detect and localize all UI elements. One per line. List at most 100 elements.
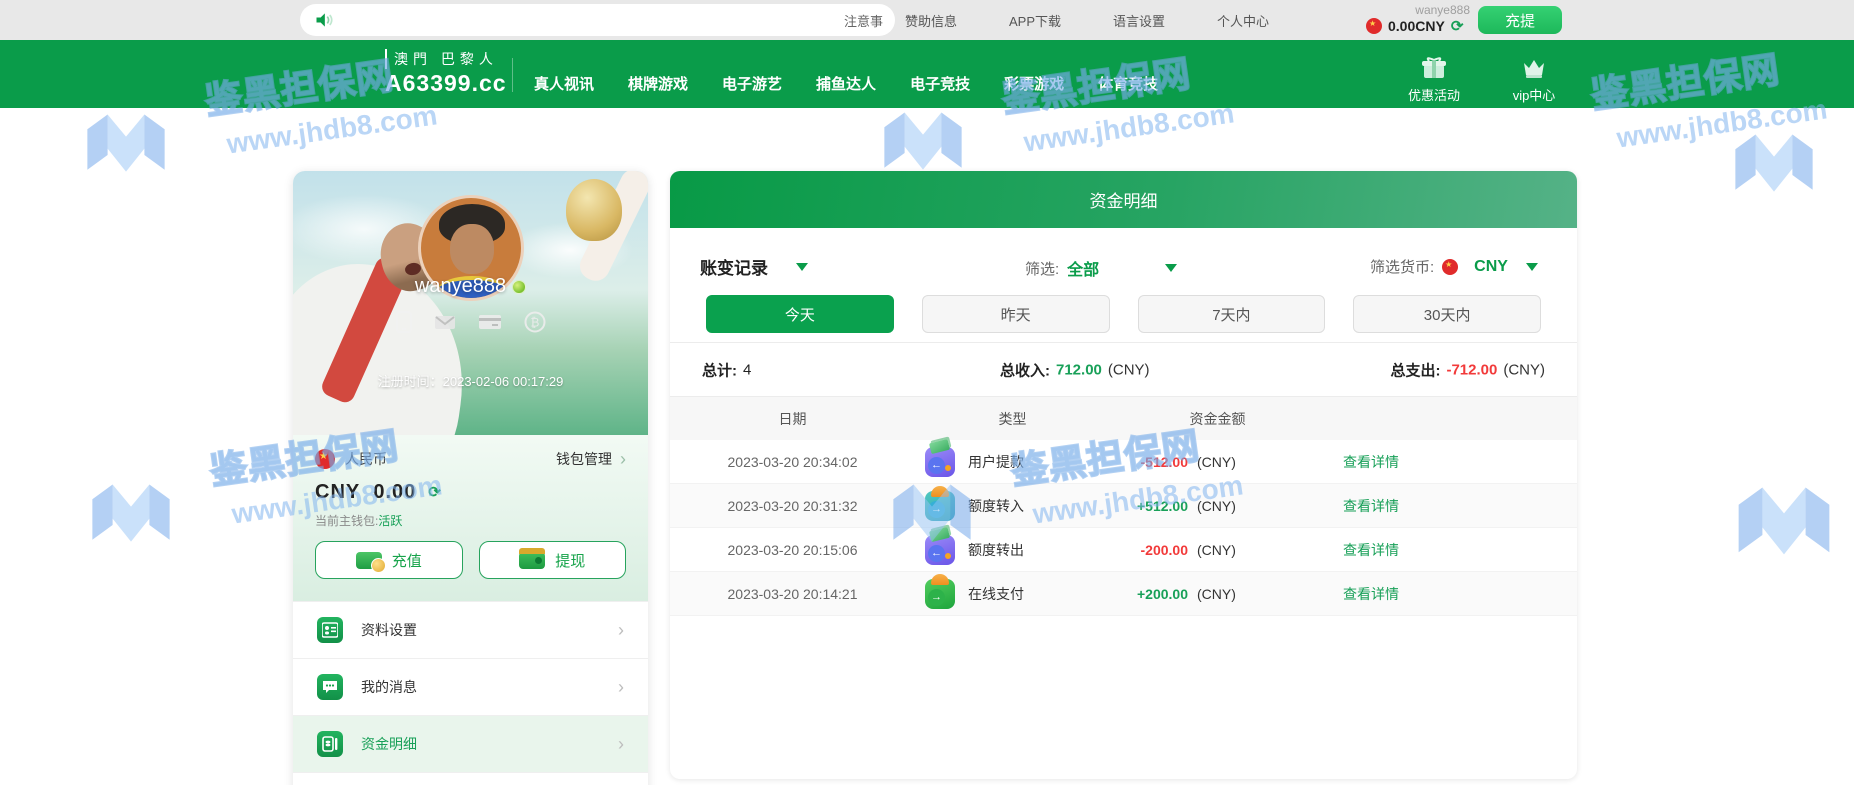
transfer-out-icon: ←: [925, 535, 955, 565]
profile-settings-icon: [317, 617, 343, 643]
profile-menu: 资料设置 › 我的消息 › 资金明细 ›: [293, 601, 648, 785]
profile-card: wanye888 ₿: [293, 171, 648, 785]
announcement-marquee[interactable]: 注意事: [300, 4, 895, 36]
view-detail-link[interactable]: 查看详情: [1343, 586, 1399, 602]
record-type-dropdown[interactable]: 账变记录: [700, 254, 808, 279]
site-logo[interactable]: 澳門 巴黎人 A63399.cc: [385, 49, 507, 97]
table-header: 日期 类型 资金金额: [670, 397, 1577, 440]
amount: -200.00: [1110, 542, 1188, 558]
top-link-app-download[interactable]: APP下载: [1009, 11, 1061, 30]
summary-income: 总收入: 712.00 (CNY): [1000, 359, 1150, 380]
tab-7-days[interactable]: 7天内: [1138, 295, 1326, 333]
currency-name: 人民币: [345, 449, 387, 469]
china-flag-icon: [1442, 259, 1458, 275]
caret-down-icon: [796, 263, 808, 271]
nav-item-fishing[interactable]: 捕鱼达人: [816, 73, 876, 94]
nav-divider: [512, 58, 513, 92]
currency-filter-dropdown[interactable]: 筛选货币: CNY: [1370, 256, 1538, 277]
summary-expense: 总支出: -712.00 (CNY): [1390, 359, 1545, 380]
register-time: 注册时间：2023-02-06 00:17:29: [293, 371, 648, 390]
balance-amount: 0.00CNY: [1388, 18, 1445, 34]
wallet-balance: CNY 0.00: [315, 481, 416, 504]
caret-down-icon: [1526, 263, 1538, 271]
trophy-graphic: [566, 179, 622, 241]
nav-item-card-games[interactable]: 棋牌游戏: [628, 73, 688, 94]
page: 注意事 赞助信息 APP下载 语言设置 个人中心 wanye888 0.00CN…: [0, 0, 1854, 785]
crown-icon: [1521, 56, 1547, 80]
withdraw-button[interactable]: 提现: [479, 541, 627, 579]
funds-detail-icon: [317, 731, 343, 757]
currency-flag-icon: [315, 449, 335, 469]
profile-username: wanye888: [293, 275, 648, 298]
speaker-icon: [314, 10, 334, 30]
summary-total: 总计: 4: [702, 359, 751, 380]
panel-title: 资金明细: [670, 171, 1577, 228]
logo-domain: A63399.cc: [385, 70, 507, 97]
nav-item-slots[interactable]: 电子游艺: [722, 73, 782, 94]
menu-item-funds-detail[interactable]: 资金明细 ›: [293, 715, 648, 772]
wallet-refresh-icon[interactable]: ⟳: [428, 485, 441, 500]
topbar-username[interactable]: wanye888: [1380, 3, 1470, 17]
filter-dropdown[interactable]: 筛选: 全部: [1025, 256, 1177, 280]
top-utility-bar: 注意事 赞助信息 APP下载 语言设置 个人中心 wanye888 0.00CN…: [0, 0, 1854, 40]
tab-today[interactable]: 今天: [706, 295, 894, 333]
wallet-status-value: 活跃: [378, 514, 402, 528]
nav-item-esports[interactable]: 电子竞技: [910, 73, 970, 94]
chevron-right-icon[interactable]: ›: [620, 450, 626, 468]
mail-icon[interactable]: [434, 311, 456, 333]
date-range-tabs: 今天 昨天 7天内 30天内: [706, 295, 1541, 333]
amount: -512.00: [1110, 454, 1188, 470]
user-withdraw-icon: ←: [925, 447, 955, 477]
phone-icon[interactable]: [396, 311, 412, 333]
transfer-in-icon: →: [925, 491, 955, 521]
view-detail-link[interactable]: 查看详情: [1343, 454, 1399, 470]
top-link-language[interactable]: 语言设置: [1113, 11, 1165, 30]
table-row: 2023-03-20 20:15:06 ← 额度转出 -200.00 (CNY)…: [670, 528, 1577, 572]
view-detail-link[interactable]: 查看详情: [1343, 498, 1399, 514]
top-link-profile-center[interactable]: 个人中心: [1217, 11, 1269, 30]
col-amount: 资金金额: [1110, 409, 1325, 429]
col-date: 日期: [670, 409, 915, 429]
vip-center-button[interactable]: vip中心: [1494, 56, 1574, 104]
menu-item-profile-settings[interactable]: 资料设置 ›: [293, 601, 648, 658]
tab-yesterday[interactable]: 昨天: [922, 295, 1110, 333]
view-detail-link[interactable]: 查看详情: [1343, 542, 1399, 558]
refresh-balance-icon[interactable]: ⟳: [1451, 19, 1464, 34]
funds-detail-panel: 资金明细 账变记录 筛选: 全部 筛选货币: CNY 今天 昨天 7天内 30天…: [670, 171, 1577, 779]
recharge-withdraw-button[interactable]: 充提: [1478, 6, 1562, 34]
bank-card-icon[interactable]: [478, 311, 502, 333]
bitcoin-icon[interactable]: ₿: [524, 311, 546, 333]
col-type: 类型: [915, 409, 1110, 429]
chevron-right-icon: ›: [618, 677, 624, 698]
top-links: 赞助信息 APP下载 语言设置 个人中心: [905, 0, 1269, 40]
nav-item-sports[interactable]: 体育竞技: [1098, 73, 1158, 94]
caret-down-icon: [1165, 264, 1177, 272]
wallet-manage-link[interactable]: 钱包管理: [556, 449, 612, 469]
marquee-text: 注意事: [844, 11, 883, 30]
main-navbar: 澳門 巴黎人 A63399.cc 真人视讯 棋牌游戏 电子游艺 捕鱼达人 电子竞…: [0, 40, 1854, 108]
nav-item-live-casino[interactable]: 真人视讯: [534, 73, 594, 94]
top-link-sponsor[interactable]: 赞助信息: [905, 11, 957, 30]
deposit-button[interactable]: 充值: [315, 541, 463, 579]
transactions-table: 2023-03-20 20:34:02 ← 用户提款 -512.00 (CNY)…: [670, 440, 1577, 616]
watermark: [1680, 440, 1854, 590]
table-row: 2023-03-20 20:34:02 ← 用户提款 -512.00 (CNY)…: [670, 440, 1577, 484]
messages-icon: [317, 674, 343, 700]
deposit-icon: [356, 552, 382, 569]
nav-item-lottery[interactable]: 彩票游戏: [1004, 73, 1064, 94]
menu-item-my-messages[interactable]: 我的消息 ›: [293, 658, 648, 715]
watermark-logo: [1730, 468, 1838, 576]
promo-activities-label: 优惠活动: [1408, 88, 1460, 103]
promo-activities-button[interactable]: 优惠活动: [1394, 56, 1474, 104]
topbar-balance: 0.00CNY ⟳: [1366, 18, 1463, 34]
tab-30-days[interactable]: 30天内: [1353, 295, 1541, 333]
amount: +200.00: [1110, 586, 1188, 602]
watermark-logo: [85, 468, 177, 560]
wallet-status: 当前主钱包:活跃: [315, 512, 626, 529]
menu-item-next[interactable]: [293, 772, 648, 785]
contact-icons: ₿: [293, 311, 648, 333]
amount: +512.00: [1110, 498, 1188, 514]
logo-brand-name: 澳門 巴黎人: [385, 49, 507, 69]
gift-icon: [1421, 56, 1447, 80]
chevron-right-icon: ›: [618, 734, 624, 755]
